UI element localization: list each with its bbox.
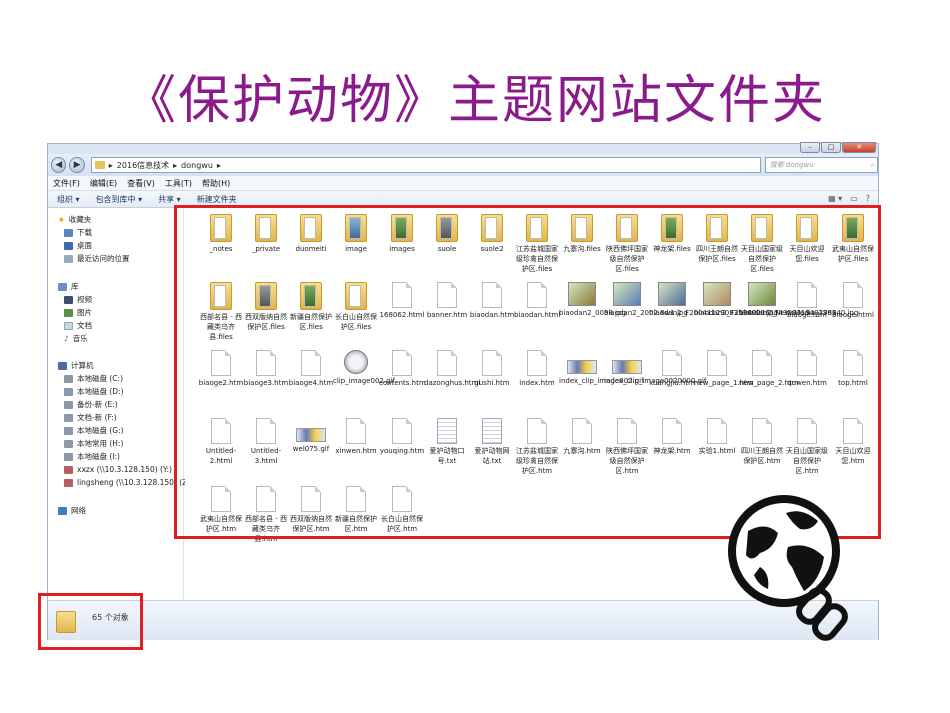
menu-edit[interactable]: 编辑(E) [90,178,117,189]
star-icon: ★ [58,215,65,224]
sidebar-computer[interactable]: 计算机 [58,360,94,371]
sidebar-label: 图片 [77,308,92,317]
video-icon [64,295,73,304]
sidebar-label: 下载 [77,228,92,237]
sidebar-libraries[interactable]: 库 [58,281,79,292]
toolbar-right: ▦ ▾ ▭ ? [828,194,870,203]
share-button[interactable]: 共享 ▾ [158,194,181,205]
maximize-button[interactable]: □ [821,142,841,153]
help-icon[interactable]: ? [866,194,870,203]
sidebar-label: 本地磁盘 (C:) [77,374,123,383]
sidebar-label: 文档 [77,321,92,330]
sidebar-item-pictures[interactable]: 图片 [64,307,92,318]
computer-icon [58,361,67,370]
highlight-box-content [174,205,881,539]
sidebar-label: 本地磁盘 (G:) [77,426,124,435]
drive-icon [64,400,73,409]
pictures-icon [64,308,73,317]
search-icon: ⌕ [870,160,874,169]
search-placeholder: 搜索 dongwu [769,161,814,169]
sidebar-label: 计算机 [71,361,94,370]
navigation-pane: ★ 收藏夹 下载 桌面 最近访问的位置 库 视频 图片 文档 ♪ 音乐 计算机 … [48,208,193,600]
sidebar-item-drive[interactable]: 备份-新 (E:) [64,399,118,410]
sidebar-label: 网络 [71,506,86,515]
address-bar[interactable]: ▸ 2016信息技术 ▸ dongwu ▸ [90,157,761,173]
sidebar-item-drive[interactable]: 本地常用 (H:) [64,438,123,449]
drive-icon [64,426,73,435]
organize-button[interactable]: 组织 ▾ [57,194,80,205]
sidebar-label: 本地常用 (H:) [77,439,124,448]
sidebar-label: 本地磁盘 (D:) [77,387,124,396]
desktop-icon [64,241,73,250]
sidebar-item-desktop[interactable]: 桌面 [64,240,92,251]
sidebar-label: 文档-新 (F:) [77,413,117,422]
address-row: ◀ ▶ ▸ 2016信息技术 ▸ dongwu ▸ 搜索 dongwu ⌕ [48,154,878,176]
slide-title: 《保护动物》主题网站文件夹 [123,71,826,131]
drive-icon [64,387,73,396]
music-icon: ♪ [64,334,69,343]
breadcrumb-sep-icon: ▸ [216,160,221,170]
network-icon [58,506,67,515]
sidebar-label: 库 [71,282,79,291]
sidebar-item-drive[interactable]: 本地磁盘 (C:) [64,373,123,384]
recent-places-icon [64,254,73,263]
menu-tools[interactable]: 工具(T) [165,178,192,189]
sidebar-item-videos[interactable]: 视频 [64,294,92,305]
network-drive-icon [64,478,73,487]
sidebar-favorites[interactable]: ★ 收藏夹 [58,214,91,225]
sidebar-label: 最近访问的位置 [77,254,130,263]
sidebar-item-network-drive[interactable]: xxzx (\\10.3.128.150) (Y:) [64,464,172,475]
close-button[interactable]: ✕ [842,142,876,153]
sidebar-label: xxzx (\\10.3.128.150) (Y:) [77,465,172,474]
breadcrumb-sep-icon: ▸ [108,160,113,170]
search-input[interactable]: 搜索 dongwu ⌕ [764,157,878,173]
documents-icon [64,321,73,330]
breadcrumb-segment[interactable]: 2016信息技术 [117,160,169,171]
include-in-library-button[interactable]: 包含到库中 ▾ [96,194,143,205]
title-bar: – □ ✕ [48,142,878,154]
window-controls: – □ ✕ [800,142,876,153]
drive-icon [64,374,73,383]
highlight-box-status [38,593,143,650]
sidebar-network[interactable]: 网络 [58,505,86,516]
minimize-button[interactable]: – [800,142,820,153]
breadcrumb-segment[interactable]: dongwu [181,161,213,170]
sidebar-item-recent[interactable]: 最近访问的位置 [64,253,130,264]
drive-icon [64,452,73,461]
library-icon [58,282,67,291]
drive-icon [64,413,73,422]
slide: 《保护动物》主题网站文件夹 – □ ✕ ◀ ▶ ▸ 2016信息技术 ▸ don… [0,0,950,713]
back-button[interactable]: ◀ [51,157,67,173]
drive-icon [64,439,73,448]
forward-button[interactable]: ▶ [69,157,85,173]
sidebar-item-drive[interactable]: 本地磁盘 (I:) [64,451,120,462]
menu-bar: 文件(F) 编辑(E) 查看(V) 工具(T) 帮助(H) [48,176,878,190]
view-options-icon[interactable]: ▦ ▾ [828,194,842,203]
sidebar-label: 视频 [77,295,92,304]
sidebar-label: 收藏夹 [68,215,92,224]
menu-file[interactable]: 文件(F) [53,178,80,189]
sidebar-item-downloads[interactable]: 下载 [64,227,92,238]
sidebar-item-documents[interactable]: 文档 [64,320,92,331]
new-folder-button[interactable]: 新建文件夹 [197,194,237,205]
sidebar-item-music[interactable]: ♪ 音乐 [64,333,88,344]
sidebar-label: 本地磁盘 (I:) [77,452,120,461]
globe-chain-icon [728,495,848,641]
sidebar-item-drive[interactable]: 本地磁盘 (D:) [64,386,124,397]
sidebar-label: 备份-新 (E:) [77,400,118,409]
sidebar-item-drive[interactable]: 本地磁盘 (G:) [64,425,124,436]
folder-icon [94,161,105,169]
network-drive-icon [64,465,73,474]
breadcrumb-sep-icon: ▸ [173,160,178,170]
preview-pane-icon[interactable]: ▭ [850,194,858,203]
sidebar-label: 桌面 [77,241,92,250]
menu-help[interactable]: 帮助(H) [202,178,230,189]
menu-view[interactable]: 查看(V) [127,178,155,189]
download-icon [64,228,73,237]
sidebar-item-drive[interactable]: 文档-新 (F:) [64,412,117,423]
sidebar-label: 音乐 [72,334,88,343]
